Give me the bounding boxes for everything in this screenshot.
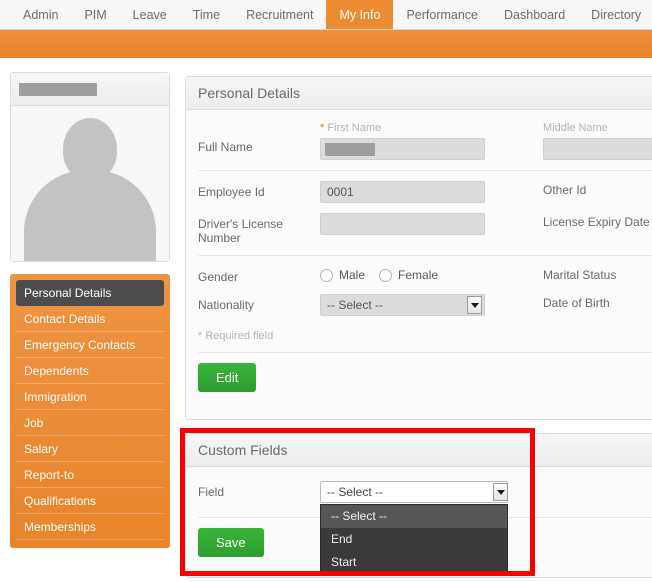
nationality-label: Nationality [198,294,320,312]
full-name-row: Full Name * First Name Middle Name [186,110,652,160]
employee-id-group: 0001 [320,181,485,203]
nav-tab-recruitment[interactable]: Recruitment [233,0,326,30]
custom-field-dropdown-options: -- Select --EndStart [320,504,508,575]
nav-tab-performance[interactable]: Performance [393,0,491,30]
orange-header-band [0,30,652,58]
middle-name-label: Middle Name [543,122,652,135]
gender-male-label: Male [339,268,365,282]
edit-button[interactable]: Edit [198,363,256,392]
gender-radio-row: Male Female [320,266,485,282]
license-expiry-label: License Expiry Date [543,213,652,229]
nav-tab-admin[interactable]: Admin [10,0,71,30]
nav-tab-time[interactable]: Time [180,0,233,30]
divider-3 [198,352,652,353]
employee-id-row: Employee Id 0001 Other Id [186,181,652,203]
dropdown-option-select[interactable]: -- Select -- [321,505,507,528]
first-name-input[interactable] [320,138,485,160]
custom-field-select[interactable]: -- Select -- [320,481,508,503]
full-name-label: Full Name [198,122,320,154]
divider-2 [198,255,652,256]
drivers-license-input[interactable] [320,213,485,235]
nationality-row: Nationality -- Select -- Date of Birth [186,284,652,316]
divider-1 [198,170,652,171]
sidebar-item-personal-details[interactable]: Personal Details [16,280,164,306]
sidebar-item-memberships[interactable]: Memberships [16,514,164,540]
sidebar-item-contact-details[interactable]: Contact Details [16,306,164,332]
gender-group: Male Female [320,266,485,282]
nationality-group: -- Select -- [320,294,485,316]
custom-field-selected-value: -- Select -- [327,485,383,499]
sidebar-item-salary[interactable]: Salary [16,436,164,462]
gender-male-radio[interactable] [320,269,333,282]
nav-tab-dashboard[interactable]: Dashboard [491,0,578,30]
first-name-label: * First Name [320,122,485,135]
gender-female-radio[interactable] [379,269,392,282]
marital-status-group: Marital Status [543,266,652,282]
dropdown-option-end[interactable]: End [321,528,507,551]
nav-tab-leave[interactable]: Leave [120,0,180,30]
custom-fields-title: Custom Fields [186,434,652,467]
nav-tab-my-info[interactable]: My Info [326,0,393,30]
personal-details-title: Personal Details [186,77,652,110]
employee-photo-panel [10,72,170,262]
required-field-note: * Required field [186,316,652,342]
sidebar-item-job[interactable]: Job [16,410,164,436]
custom-field-row: Field -- Select -- -- Select --EndStart [186,467,652,503]
date-of-birth-group: Date of Birth [543,294,652,310]
nav-tab-pim[interactable]: PIM [71,0,119,30]
chevron-down-icon[interactable] [467,296,482,314]
drivers-license-row: Driver's License Number License Expiry D… [186,203,652,245]
marital-status-label: Marital Status [543,266,652,282]
sidebar-item-qualifications[interactable]: Qualifications [16,488,164,514]
sidebar-item-dependents[interactable]: Dependents [16,358,164,384]
sidebar-item-immigration[interactable]: Immigration [16,384,164,410]
top-navigation-tabs: AdminPIMLeaveTimeRecruitmentMy InfoPerfo… [0,0,652,30]
first-name-label-text: First Name [327,122,381,134]
person-silhouette-body-icon [24,170,156,261]
middle-name-input[interactable] [543,138,652,160]
left-column: Personal DetailsContact DetailsEmergency… [10,72,170,548]
employee-name-header [11,73,169,106]
dropdown-option-start[interactable]: Start [321,551,507,574]
gender-row: Gender Male Female Marital Status [186,266,652,284]
sidebar-item-emergency-contacts[interactable]: Emergency Contacts [16,332,164,358]
redacted-employee-name [19,83,97,96]
other-id-group: Other Id [543,181,652,197]
custom-field-select-wrapper: -- Select -- -- Select --EndStart [320,481,508,503]
top-navigation-bar: AdminPIMLeaveTimeRecruitmentMy InfoPerfo… [0,0,652,30]
employee-id-input[interactable]: 0001 [320,181,485,203]
employee-id-label: Employee Id [198,181,320,199]
gender-label: Gender [198,266,320,284]
save-button[interactable]: Save [198,528,264,557]
first-name-group: * First Name [320,122,485,160]
middle-name-group: Middle Name [543,122,652,160]
nationality-select[interactable]: -- Select -- [320,294,485,316]
custom-field-label: Field [198,481,320,499]
date-of-birth-label: Date of Birth [543,294,652,310]
sidebar-menu: Personal DetailsContact DetailsEmergency… [10,274,170,548]
drivers-license-label: Driver's License Number [198,213,320,245]
personal-details-panel: Personal Details Full Name * First Name … [185,76,652,420]
nationality-selected-value: -- Select -- [327,295,383,315]
sidebar-item-report-to[interactable]: Report-to [16,462,164,488]
license-expiry-group: License Expiry Date [543,213,652,229]
drivers-license-group [320,213,485,235]
required-asterisk: * [320,122,324,134]
edit-button-row: Edit [186,363,652,392]
nav-tab-directory[interactable]: Directory [578,0,652,30]
chevron-down-icon[interactable] [493,483,508,501]
custom-fields-panel: Custom Fields Field -- Select -- -- Sele… [185,433,652,578]
other-id-label: Other Id [543,181,652,197]
employee-photo [11,106,169,261]
gender-female-label: Female [398,268,438,282]
personal-details-body: Full Name * First Name Middle Name Emplo… [186,110,652,392]
